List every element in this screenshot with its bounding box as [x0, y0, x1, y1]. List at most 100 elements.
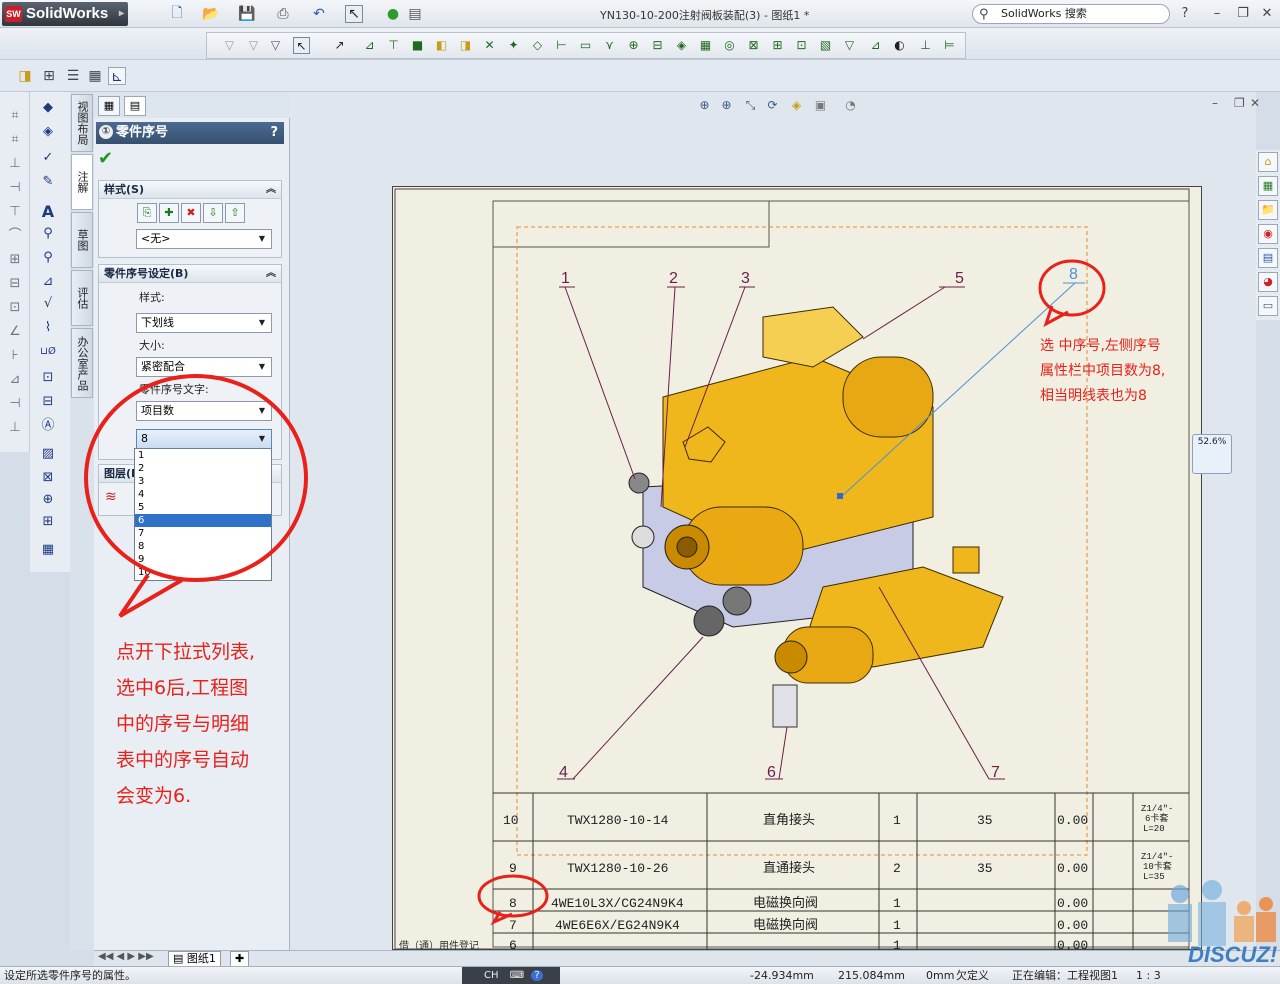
balloon-settings-title[interactable]: 零件序号设定(B) ︽ [99, 265, 281, 283]
balloon-label[interactable]: 7 [991, 764, 1000, 781]
surface-finish-icon[interactable]: √ [36, 294, 60, 314]
balloon-label[interactable]: 5 [955, 270, 964, 287]
filter-balloon-icon[interactable]: ◎ [721, 37, 738, 54]
hide-show-icon[interactable]: ▣ [812, 97, 829, 114]
filter-dimension-icon[interactable]: ⊢ [553, 37, 570, 54]
filter-faces-icon[interactable]: ▽ [267, 37, 284, 54]
note-icon[interactable]: A [36, 202, 60, 222]
dropdown-option[interactable]: 7 [135, 527, 271, 540]
tab-evaluate[interactable]: 评估 [71, 270, 93, 326]
ok-check-icon[interactable]: ✔ [98, 148, 113, 169]
rebuild-icon[interactable]: ● [384, 5, 402, 23]
appearance-icon[interactable]: ◔ [842, 97, 859, 114]
hole-callout-icon[interactable]: ⊔Ø [36, 342, 60, 362]
feature-tree-tab-icon[interactable]: ▦ [98, 96, 120, 116]
file-explorer-icon[interactable]: 📁 [1258, 200, 1278, 220]
minimize-view-icon[interactable]: – [1212, 96, 1218, 110]
dropdown-option[interactable]: 10 [135, 566, 271, 579]
display-style-icon[interactable]: ◈ [788, 97, 805, 114]
weld-symbol-icon[interactable]: ⌇ [36, 318, 60, 338]
layer-icon[interactable]: ◨ [16, 67, 34, 85]
filter-note-icon[interactable]: ▭ [577, 37, 594, 54]
tab-office-products[interactable]: 办公室产品 [71, 328, 93, 398]
split-icon[interactable]: ⊣ [5, 178, 25, 198]
align-icon[interactable]: ⊾ [108, 67, 126, 85]
filter-datum-icon[interactable]: ⊕ [625, 37, 642, 54]
centerline-icon[interactable]: ⊞ [36, 512, 60, 532]
property-manager-tab-icon[interactable]: ▤ [124, 96, 146, 116]
default-style-icon[interactable]: ⎘ [137, 203, 157, 223]
select-pointer-icon[interactable]: ↖ [345, 5, 363, 23]
close-icon[interactable]: ✕ [1258, 5, 1276, 23]
block-icon[interactable]: ⊠ [36, 468, 60, 488]
filter-icon[interactable]: ▽ [221, 37, 238, 54]
arc-icon[interactable]: ⌒ [5, 226, 25, 246]
zoom-previous-icon[interactable]: ⤡ [742, 97, 759, 114]
add-sheet-icon[interactable]: ✚ [230, 951, 250, 967]
balloon-label[interactable]: 6 [767, 764, 776, 781]
spell-check-icon[interactable]: ✓ [36, 148, 60, 168]
style-group-title[interactable]: 样式(S) ︽ [99, 181, 281, 199]
solidworks-logo[interactable]: SW SolidWorks ▸ [2, 2, 128, 26]
dim-icon[interactable]: ⌗ [5, 130, 25, 150]
style-select[interactable]: <无> ▼ [136, 229, 272, 249]
tab-view-layout[interactable]: 视图布局 [71, 94, 93, 152]
balloon-label[interactable]: 3 [741, 270, 750, 287]
dropdown-option[interactable]: 4 [135, 488, 271, 501]
dropdown-option-selected[interactable]: 6 [135, 514, 271, 527]
balloon-label[interactable]: 4 [559, 764, 568, 781]
filter-weld-icon[interactable]: ⋎ [601, 37, 618, 54]
center-mark-icon[interactable]: ⊕ [36, 490, 60, 510]
save-style-icon[interactable]: ⇩ [203, 203, 223, 223]
zoom-area-icon[interactable]: ⊕ [718, 97, 735, 114]
zoom-fit-icon[interactable]: ⊕ [696, 97, 713, 114]
line-format-icon[interactable]: ▦ [86, 67, 104, 85]
print-icon[interactable]: ⎙ [274, 5, 292, 23]
smart-dimension-icon[interactable]: ◆ [36, 98, 60, 118]
relation-icon[interactable]: ⊥ [5, 154, 25, 174]
chain-icon[interactable]: ⊞ [5, 250, 25, 270]
help-button[interactable]: ? [270, 122, 278, 144]
drawing-sheet[interactable]: 1 2 3 4 5 6 7 8 10 TWX1280-10-14 直角接头 1 … [392, 186, 1202, 951]
item-number-select[interactable]: 8 ▼ [136, 429, 272, 449]
appearances-icon[interactable]: ◕ [1258, 272, 1278, 292]
item-number-dropdown[interactable]: 1 2 3 4 5 6 7 8 9 10 [134, 448, 272, 581]
filter-axis-icon[interactable]: ✕ [481, 37, 498, 54]
search-input[interactable]: ⚲ SolidWorks 搜索 [972, 4, 1170, 24]
undo-icon[interactable]: ↶ [310, 5, 328, 23]
sheet-scale[interactable]: 1 : 3 [1136, 967, 1161, 984]
add-style-icon[interactable]: ✚ [159, 203, 179, 223]
dropdown-option[interactable]: 8 [135, 540, 271, 553]
dropdown-option[interactable]: 3 [135, 475, 271, 488]
save-icon[interactable]: 💾 [238, 5, 256, 23]
table-icon[interactable]: ▦ [36, 540, 60, 560]
tab-sketch[interactable]: 草图 [71, 212, 93, 268]
dropdown-option[interactable]: 9 [135, 553, 271, 566]
filter-edges-icon[interactable]: ▽ [245, 37, 262, 54]
filter-sfs-icon[interactable]: ⊟ [649, 37, 666, 54]
filter-blocks-icon[interactable]: ▦ [697, 37, 714, 54]
point-icon[interactable]: ⌗ [5, 106, 25, 126]
open-folder-icon[interactable]: 📂 [202, 5, 220, 23]
filter-table-icon[interactable]: ⊿ [867, 37, 884, 54]
line-thickness-icon[interactable]: ☰ [64, 67, 82, 85]
filter-point-icon[interactable]: ✦ [505, 37, 522, 54]
dropdown-option[interactable]: 5 [135, 501, 271, 514]
balloon-style-select[interactable]: 下划线 ▼ [136, 313, 272, 333]
horizontal-icon[interactable]: ⊟ [5, 274, 25, 294]
filter-surface-icon[interactable]: ◨ [457, 37, 474, 54]
valve-assembly[interactable] [628, 306, 1004, 728]
area-hatch-icon[interactable]: ▨ [36, 444, 60, 464]
filter-face-icon[interactable]: ■ [409, 37, 426, 54]
sheet-nav-icon[interactable]: ◀◀ ◀ ▶ ▶▶ [98, 951, 154, 962]
filter-line-icon[interactable]: ⊤ [385, 37, 402, 54]
filter-clear-icon[interactable]: ⊨ [941, 37, 958, 54]
filter-plane-icon[interactable]: ◇ [529, 37, 546, 54]
home-icon[interactable]: ⌂ [1258, 152, 1278, 172]
angle-icon[interactable]: ∠ [5, 322, 25, 342]
close-view-icon[interactable]: ✕ [1250, 96, 1260, 110]
filter-hatch-icon[interactable]: ▧ [817, 37, 834, 54]
collapse-icon[interactable]: ︽ [266, 181, 276, 199]
dropdown-option[interactable]: 2 [135, 462, 271, 475]
datum-target-icon[interactable]: Ⓐ [36, 416, 60, 436]
